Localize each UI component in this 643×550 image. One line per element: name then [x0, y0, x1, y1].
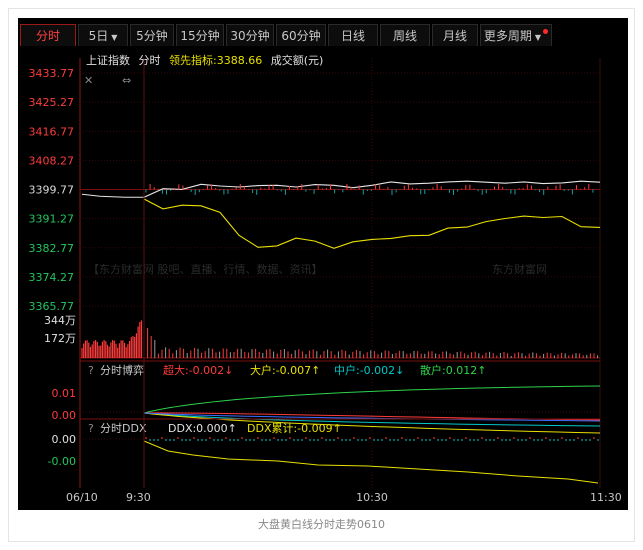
help-icon: ?	[88, 422, 94, 435]
expand-arrows-icon: ⇔	[122, 74, 131, 87]
chart-screen: 分时 5日 ▼ 5分钟 15分钟 30分钟 60分钟 日线 周线 月线 更多周期 ▼ 上证指数 分时 …	[18, 18, 628, 510]
price-tick-label: 3399.77	[29, 184, 75, 197]
price-tick-label: 3374.27	[29, 271, 75, 284]
game-tick-label: 0.00	[52, 409, 77, 422]
price-tick-label: 3425.27	[29, 96, 75, 109]
image-caption: 大盘黄白线分时走势0610	[258, 518, 385, 531]
volume-tick-label: 344万	[44, 314, 76, 327]
ddx-tick-label: 0.00	[52, 433, 77, 446]
ddx-cum-line	[143, 440, 599, 484]
ddx-tick-label: -0.00	[48, 455, 76, 468]
ddx-value: DDX:0.000↑	[168, 422, 237, 435]
game-panel-title: 分时博弈	[100, 363, 144, 377]
price-tick-label: 3365.77	[29, 300, 75, 313]
sanhu-value: 散户:0.012↑	[420, 363, 486, 377]
time-tick-label: 06/10	[66, 491, 98, 504]
game-tick-label: 0.01	[52, 387, 77, 400]
chaoda-value: 超大:-0.002↓	[163, 363, 233, 377]
price-tick-label: 3433.77	[29, 67, 75, 80]
time-tick-label: 9:30	[126, 491, 151, 504]
ddx-cum-value: DDX累计:-0.009↑	[247, 422, 342, 435]
watermark-text: 【东方财富网 股吧、直播、行情、数据、资讯】	[88, 262, 323, 276]
price-tick-label: 3408.27	[29, 154, 75, 167]
dahu-value: 大户:-0.007↑	[250, 363, 320, 377]
sanhu-line	[143, 385, 601, 414]
time-tick-label: 10:30	[356, 491, 388, 504]
volume-tick-label: 172万	[44, 332, 76, 345]
price-tick-label: 3382.77	[29, 242, 75, 255]
ddx-panel-title: 分时DDX	[100, 422, 147, 435]
help-icon: ?	[88, 364, 94, 377]
price-tick-label: 3416.77	[29, 125, 75, 138]
time-tick-label: 11:30	[590, 491, 622, 504]
close-icon: ✕	[84, 74, 93, 87]
pre-open-line	[81, 193, 145, 198]
intraday-chart: 3433.77 3425.27 3416.77 3408.27 3399.77 3391.…	[29, 58, 622, 504]
watermark-logo-text: 东方财富网	[492, 262, 547, 276]
price-tick-label: 3391.27	[29, 213, 75, 226]
zhonghu-value: 中户:-0.002↓	[334, 363, 404, 377]
